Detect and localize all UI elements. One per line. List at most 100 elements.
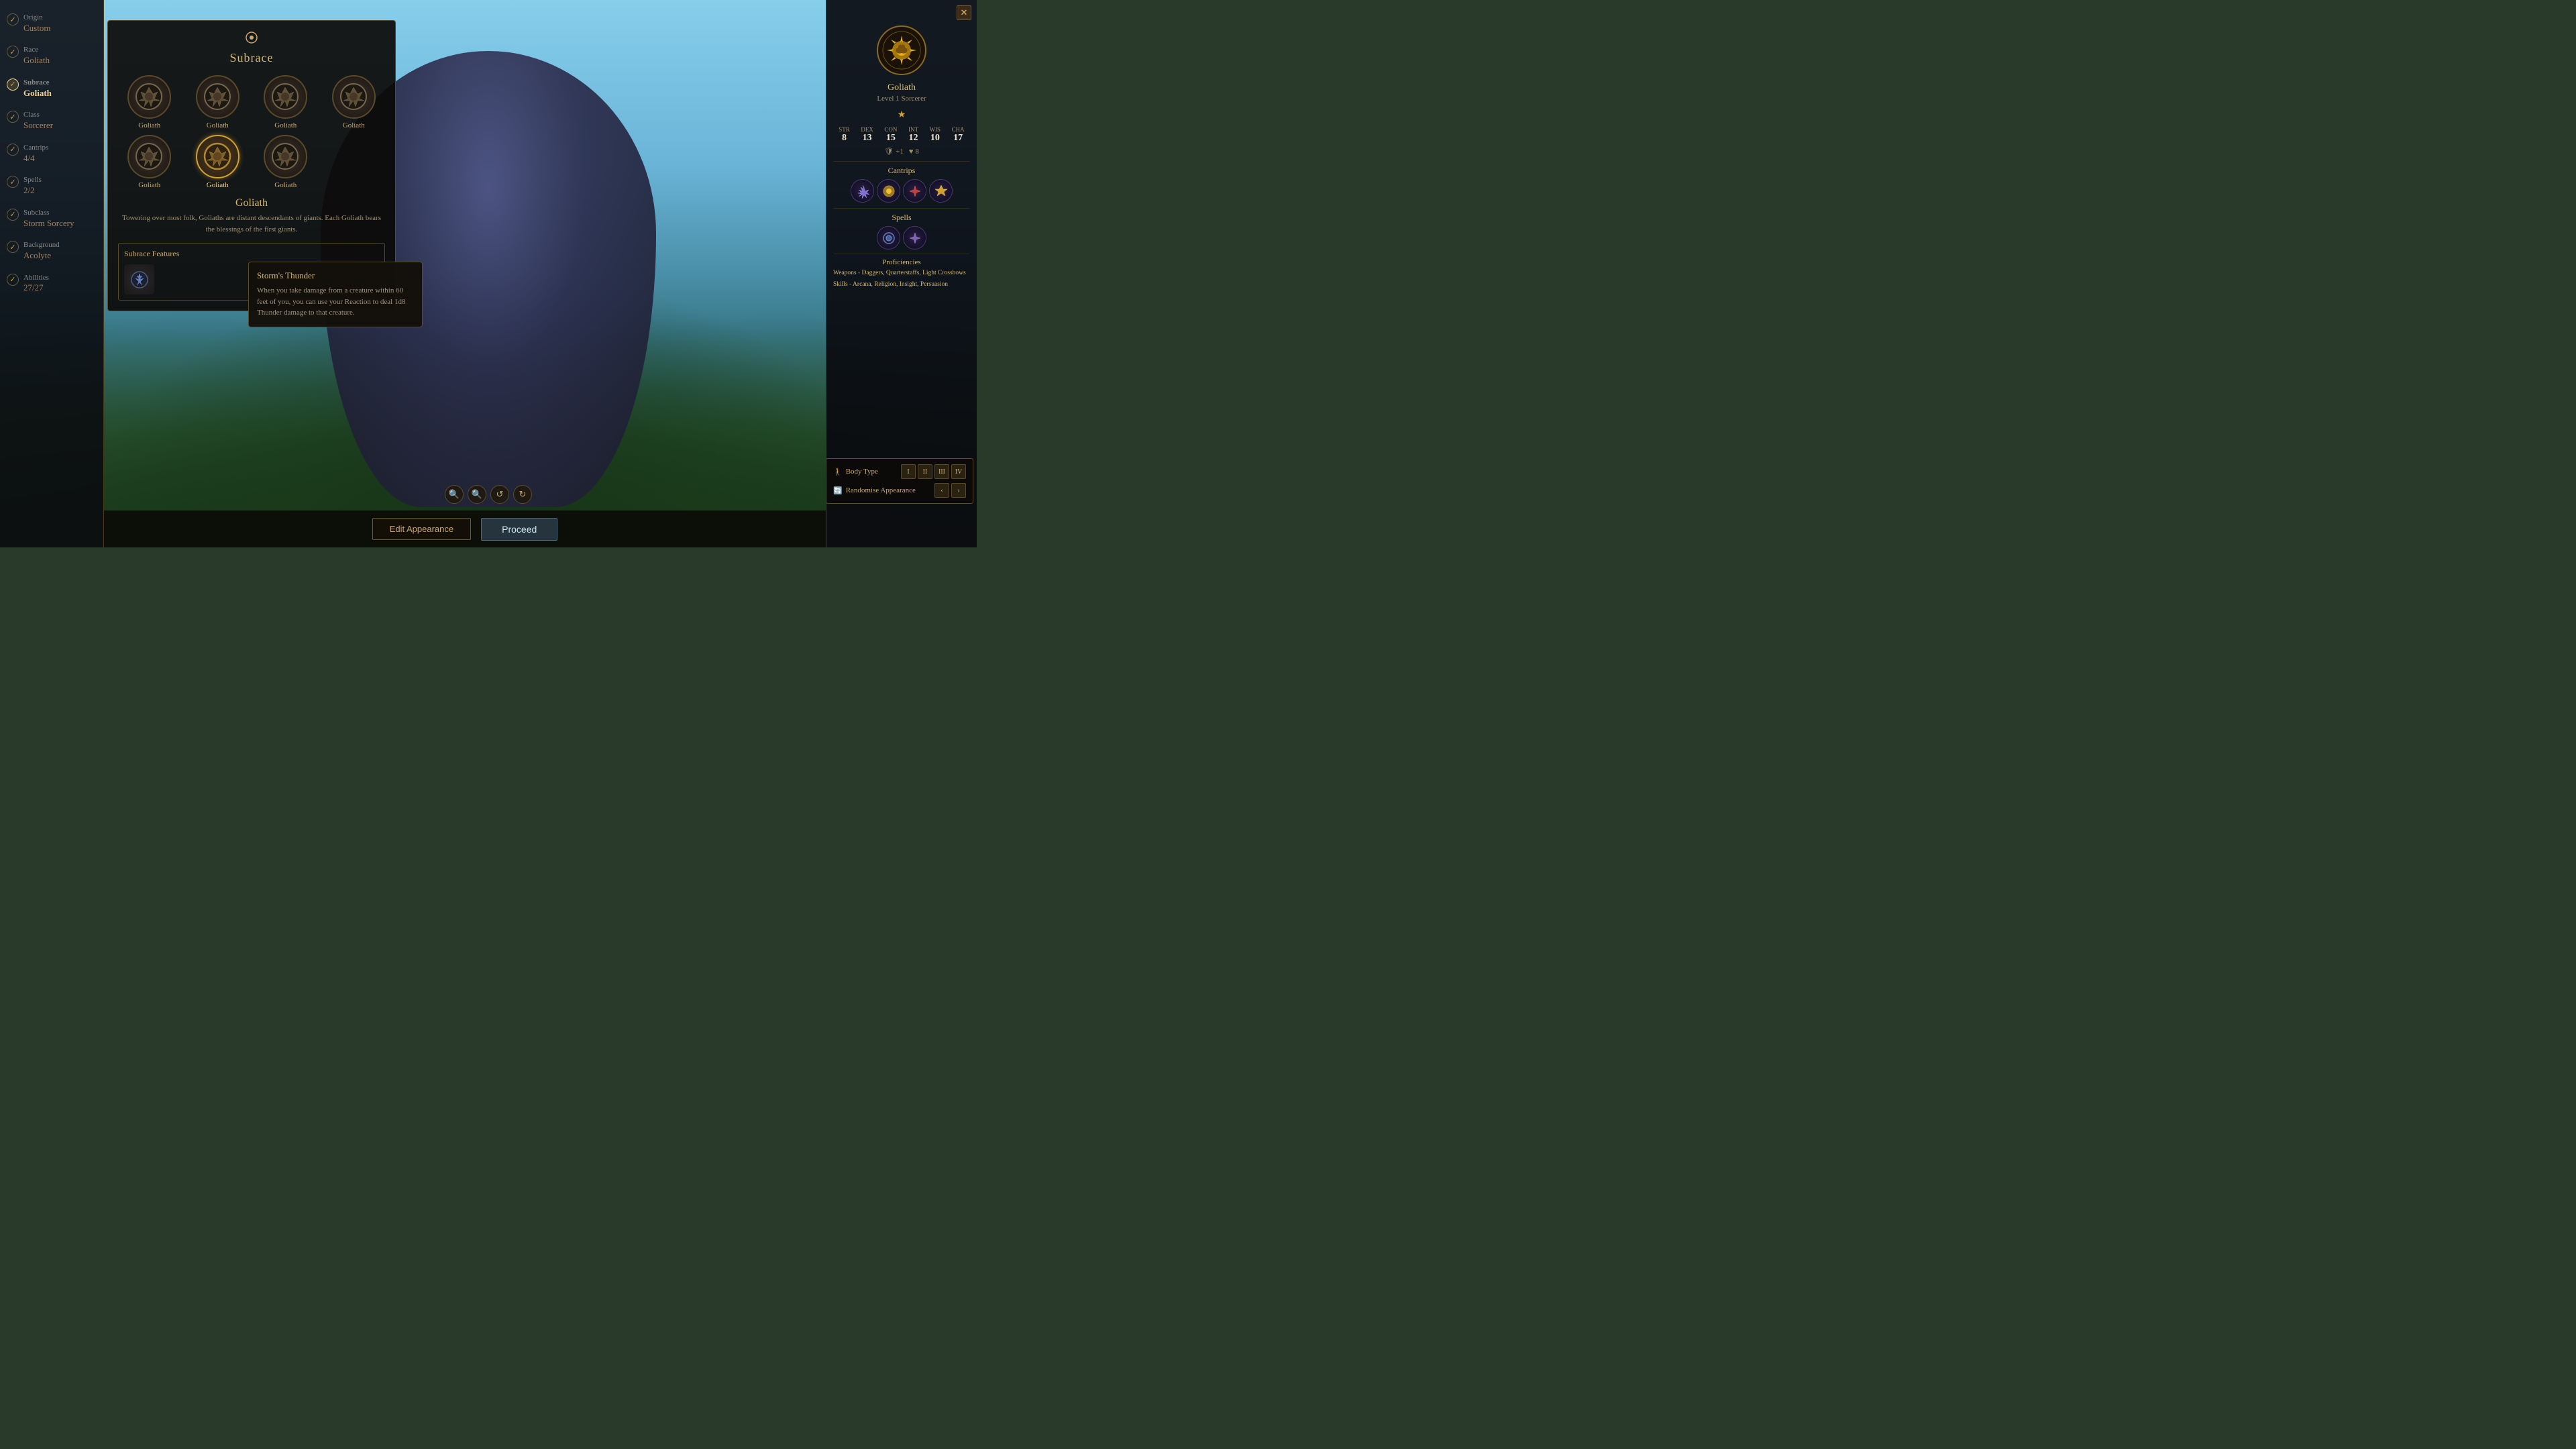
cantrip-4[interactable] bbox=[929, 179, 953, 203]
cantrip-2[interactable] bbox=[877, 179, 900, 203]
sidebar-item-cantrips[interactable]: ✓ Cantrips 4/4 bbox=[0, 137, 103, 169]
cantrips-row bbox=[833, 179, 970, 203]
sidebar-label-spells: Spells 2/2 bbox=[23, 174, 42, 196]
skills-value: Arcana, Religion, Insight, Persuasion bbox=[853, 281, 948, 288]
ac-value: +1 bbox=[896, 148, 904, 156]
character-class: Level 1 Sorcerer bbox=[833, 95, 970, 103]
stat-con: CON 15 bbox=[884, 126, 897, 144]
sidebar-label-abilities: Abilities 27/27 bbox=[23, 272, 49, 294]
tooltip-desc: When you take damage from a creature wit… bbox=[257, 285, 414, 319]
skills-label: Skills bbox=[833, 281, 848, 288]
heart-icon: ♥ bbox=[909, 148, 914, 156]
sidebar-check-cantrips: ✓ bbox=[7, 144, 19, 156]
randomise-icon: 🔄 bbox=[833, 486, 843, 495]
stat-dex-label: DEX bbox=[861, 126, 873, 133]
rotate-left-button[interactable]: ↺ bbox=[490, 485, 509, 504]
sidebar-item-race[interactable]: ✓ Race Goliath bbox=[0, 39, 103, 71]
edit-appearance-button[interactable]: Edit Appearance bbox=[372, 518, 471, 540]
stat-cha: CHA 17 bbox=[952, 126, 965, 144]
subrace-panel-title: Subrace bbox=[118, 51, 385, 65]
sidebar-check-subclass: ✓ bbox=[7, 209, 19, 221]
subrace-option-0-name: Goliath bbox=[138, 121, 160, 129]
nav-arrow-prev[interactable]: ‹ bbox=[934, 483, 949, 498]
body-type-row: 🚶 Body Type I II III IV bbox=[833, 464, 966, 479]
subrace-option-3-name: Goliath bbox=[343, 121, 365, 129]
zoom-out-button[interactable]: 🔍 bbox=[445, 485, 464, 504]
sidebar-item-class[interactable]: ✓ Class Sorcerer bbox=[0, 104, 103, 136]
subrace-option-4[interactable]: Goliath bbox=[118, 135, 181, 189]
cantrips-header: Cantrips bbox=[833, 161, 970, 176]
character-star: ★ bbox=[833, 109, 970, 121]
stat-int: INT 12 bbox=[908, 126, 918, 144]
stat-wis-value: 10 bbox=[930, 133, 941, 144]
subrace-option-2-name: Goliath bbox=[274, 121, 297, 129]
left-sidebar: ✓ Origin Custom ✓ Race Goliath ✓ Subrace… bbox=[0, 0, 104, 547]
subrace-icon-0 bbox=[127, 75, 171, 119]
body-type-3[interactable]: III bbox=[934, 464, 949, 479]
subrace-option-3[interactable]: Goliath bbox=[323, 75, 386, 129]
stat-str-value: 8 bbox=[839, 133, 850, 144]
stat-dex: DEX 13 bbox=[861, 126, 873, 144]
weapons-text: Weapons - Daggers, Quarterstaffs, Light … bbox=[833, 269, 970, 278]
sidebar-label-race: Race Goliath bbox=[23, 44, 50, 66]
sidebar-label-cantrips: Cantrips 4/4 bbox=[23, 142, 48, 164]
subrace-icon-4 bbox=[127, 135, 171, 178]
sidebar-check-abilities: ✓ bbox=[7, 274, 19, 286]
body-type-4[interactable]: IV bbox=[951, 464, 966, 479]
subrace-option-1-name: Goliath bbox=[207, 121, 229, 129]
body-type-label: 🚶 Body Type bbox=[833, 468, 878, 476]
ac-item: 🛡 +1 bbox=[884, 147, 904, 156]
camera-controls: 🔍 🔍 ↺ ↻ bbox=[445, 485, 532, 504]
sidebar-item-abilities[interactable]: ✓ Abilities 27/27 bbox=[0, 267, 103, 299]
subrace-option-6[interactable]: Goliath bbox=[254, 135, 317, 189]
stat-str: STR 8 bbox=[839, 126, 850, 144]
subrace-icon-2 bbox=[264, 75, 307, 119]
sidebar-check-spells: ✓ bbox=[7, 176, 19, 188]
close-button[interactable]: ✕ bbox=[957, 5, 971, 20]
selected-subrace-title: Goliath bbox=[118, 197, 385, 209]
body-type-2[interactable]: II bbox=[918, 464, 932, 479]
subrace-icon-5 bbox=[196, 135, 239, 178]
subrace-option-4-name: Goliath bbox=[138, 181, 160, 189]
sidebar-item-spells[interactable]: ✓ Spells 2/2 bbox=[0, 169, 103, 201]
sidebar-check-class: ✓ bbox=[7, 111, 19, 123]
nav-arrow-next[interactable]: › bbox=[951, 483, 966, 498]
person-icon: 🚶 bbox=[833, 468, 843, 476]
spells-row bbox=[833, 226, 970, 250]
spell-2[interactable] bbox=[903, 226, 926, 250]
subrace-option-1[interactable]: Goliath bbox=[186, 75, 250, 129]
subrace-option-5-name: Goliath bbox=[207, 181, 229, 189]
sidebar-check-origin: ✓ bbox=[7, 13, 19, 25]
character-name: Goliath bbox=[833, 83, 970, 93]
sidebar-check-race: ✓ bbox=[7, 46, 19, 58]
stat-con-label: CON bbox=[884, 126, 897, 133]
shield-icon: 🛡 bbox=[884, 147, 894, 156]
weapons-value: Daggers, Quarterstaffs, Light Crossbows bbox=[862, 270, 966, 276]
hp-value: 8 bbox=[915, 148, 919, 156]
sidebar-item-subrace[interactable]: ✓ Subrace Goliath bbox=[0, 72, 103, 104]
weapons-label: Weapons bbox=[833, 270, 857, 276]
subrace-feature-icon[interactable] bbox=[124, 264, 154, 294]
subrace-option-2[interactable]: Goliath bbox=[254, 75, 317, 129]
subrace-features-label: Subrace Features bbox=[124, 249, 379, 259]
spell-1[interactable] bbox=[877, 226, 900, 250]
stat-int-label: INT bbox=[908, 126, 918, 133]
proficiencies-section: Proficiencies Weapons - Daggers, Quarter… bbox=[833, 254, 970, 290]
tooltip: Storm's Thunder When you take damage fro… bbox=[248, 262, 423, 327]
cantrip-1[interactable] bbox=[851, 179, 874, 203]
sidebar-item-subclass[interactable]: ✓ Subclass Storm Sorcery bbox=[0, 202, 103, 234]
rotate-right-button[interactable]: ↻ bbox=[513, 485, 532, 504]
stat-cha-label: CHA bbox=[952, 126, 965, 133]
subrace-option-0[interactable]: Goliath bbox=[118, 75, 181, 129]
subrace-option-5[interactable]: Goliath bbox=[186, 135, 250, 189]
zoom-in-button[interactable]: 🔍 bbox=[468, 485, 486, 504]
hp-bar-row: 🛡 +1 ♥ 8 bbox=[833, 147, 970, 156]
body-type-1[interactable]: I bbox=[901, 464, 916, 479]
proceed-button[interactable]: Proceed bbox=[481, 518, 557, 541]
sidebar-item-background[interactable]: ✓ Background Acolyte bbox=[0, 234, 103, 266]
stat-con-value: 15 bbox=[884, 133, 897, 144]
body-type-panel: 🚶 Body Type I II III IV 🔄 Randomise Appe… bbox=[826, 458, 973, 504]
character-emblem bbox=[875, 23, 928, 77]
sidebar-item-origin[interactable]: ✓ Origin Custom bbox=[0, 7, 103, 39]
cantrip-3[interactable] bbox=[903, 179, 926, 203]
